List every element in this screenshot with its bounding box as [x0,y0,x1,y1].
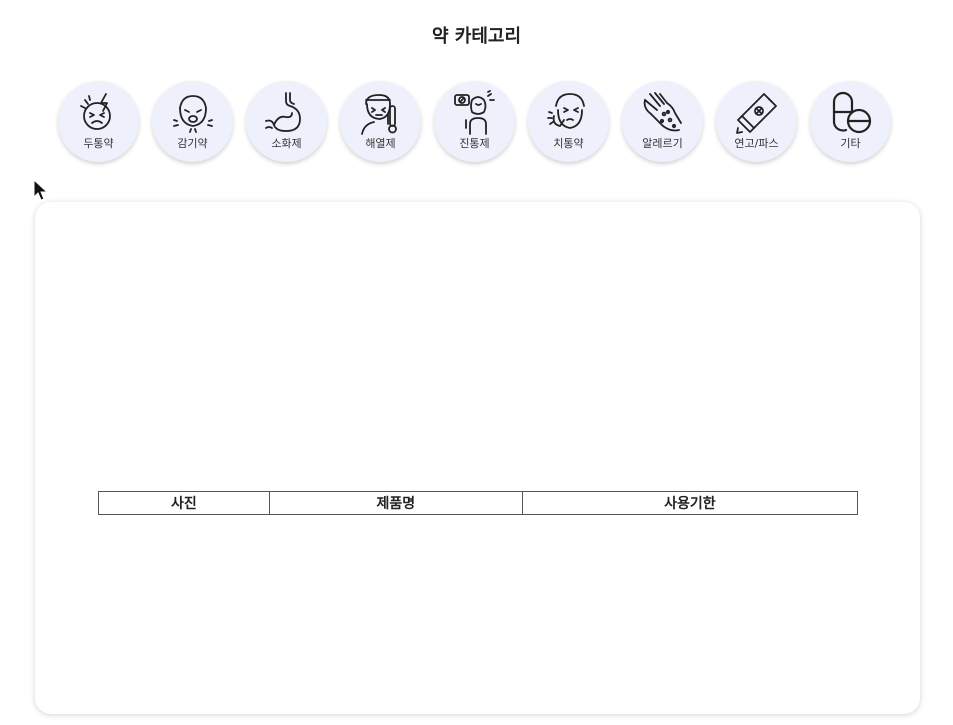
category-ointment[interactable]: 연고/파스 [716,81,797,162]
column-expiry-date: 사용기한 [521,491,859,515]
pain-relief-icon [452,90,498,136]
allergy-hand-icon [640,90,686,136]
category-label: 감기약 [177,137,208,150]
category-label: 두통약 [83,137,114,150]
medicine-list-panel: 사진 제품명 사용기한 [35,202,920,714]
fever-thermometer-icon [358,90,404,136]
medicine-table: 사진 제품명 사용기한 [98,491,859,515]
ointment-tube-icon [734,90,780,136]
category-fever[interactable]: 해열제 [340,81,421,162]
category-list: 두통약 감기약 소화제 해열제 진통제 치통약 알레르기 연고/파스 기타 [58,81,891,162]
category-cold[interactable]: 감기약 [152,81,233,162]
headache-icon [76,90,122,136]
table-header-row: 사진 제품명 사용기한 [98,491,859,515]
column-photo: 사진 [98,491,270,515]
cold-sneeze-icon [170,90,216,136]
category-headache[interactable]: 두통약 [58,81,139,162]
category-toothache[interactable]: 치통약 [528,81,609,162]
category-label: 해열제 [365,137,396,150]
category-other[interactable]: 기타 [810,81,891,162]
column-product-name: 제품명 [268,491,523,515]
toothache-icon [546,90,592,136]
page: 약 카테고리 두통약 감기약 소화제 해열제 진통제 치통약 알레르기 연고/파… [0,0,953,725]
category-digestive[interactable]: 소화제 [246,81,327,162]
category-allergy[interactable]: 알레르기 [622,81,703,162]
page-title: 약 카테고리 [431,26,522,47]
category-painkiller[interactable]: 진통제 [434,81,515,162]
category-label: 소화제 [271,137,302,150]
category-label: 기타 [840,137,861,150]
category-label: 알레르기 [642,137,683,150]
mouse-cursor-icon [33,179,49,201]
capsule-pill-icon [828,90,874,136]
category-label: 치통약 [553,137,584,150]
stomach-icon [264,90,310,136]
category-label: 진통제 [459,137,490,150]
category-label: 연고/파스 [734,137,779,150]
